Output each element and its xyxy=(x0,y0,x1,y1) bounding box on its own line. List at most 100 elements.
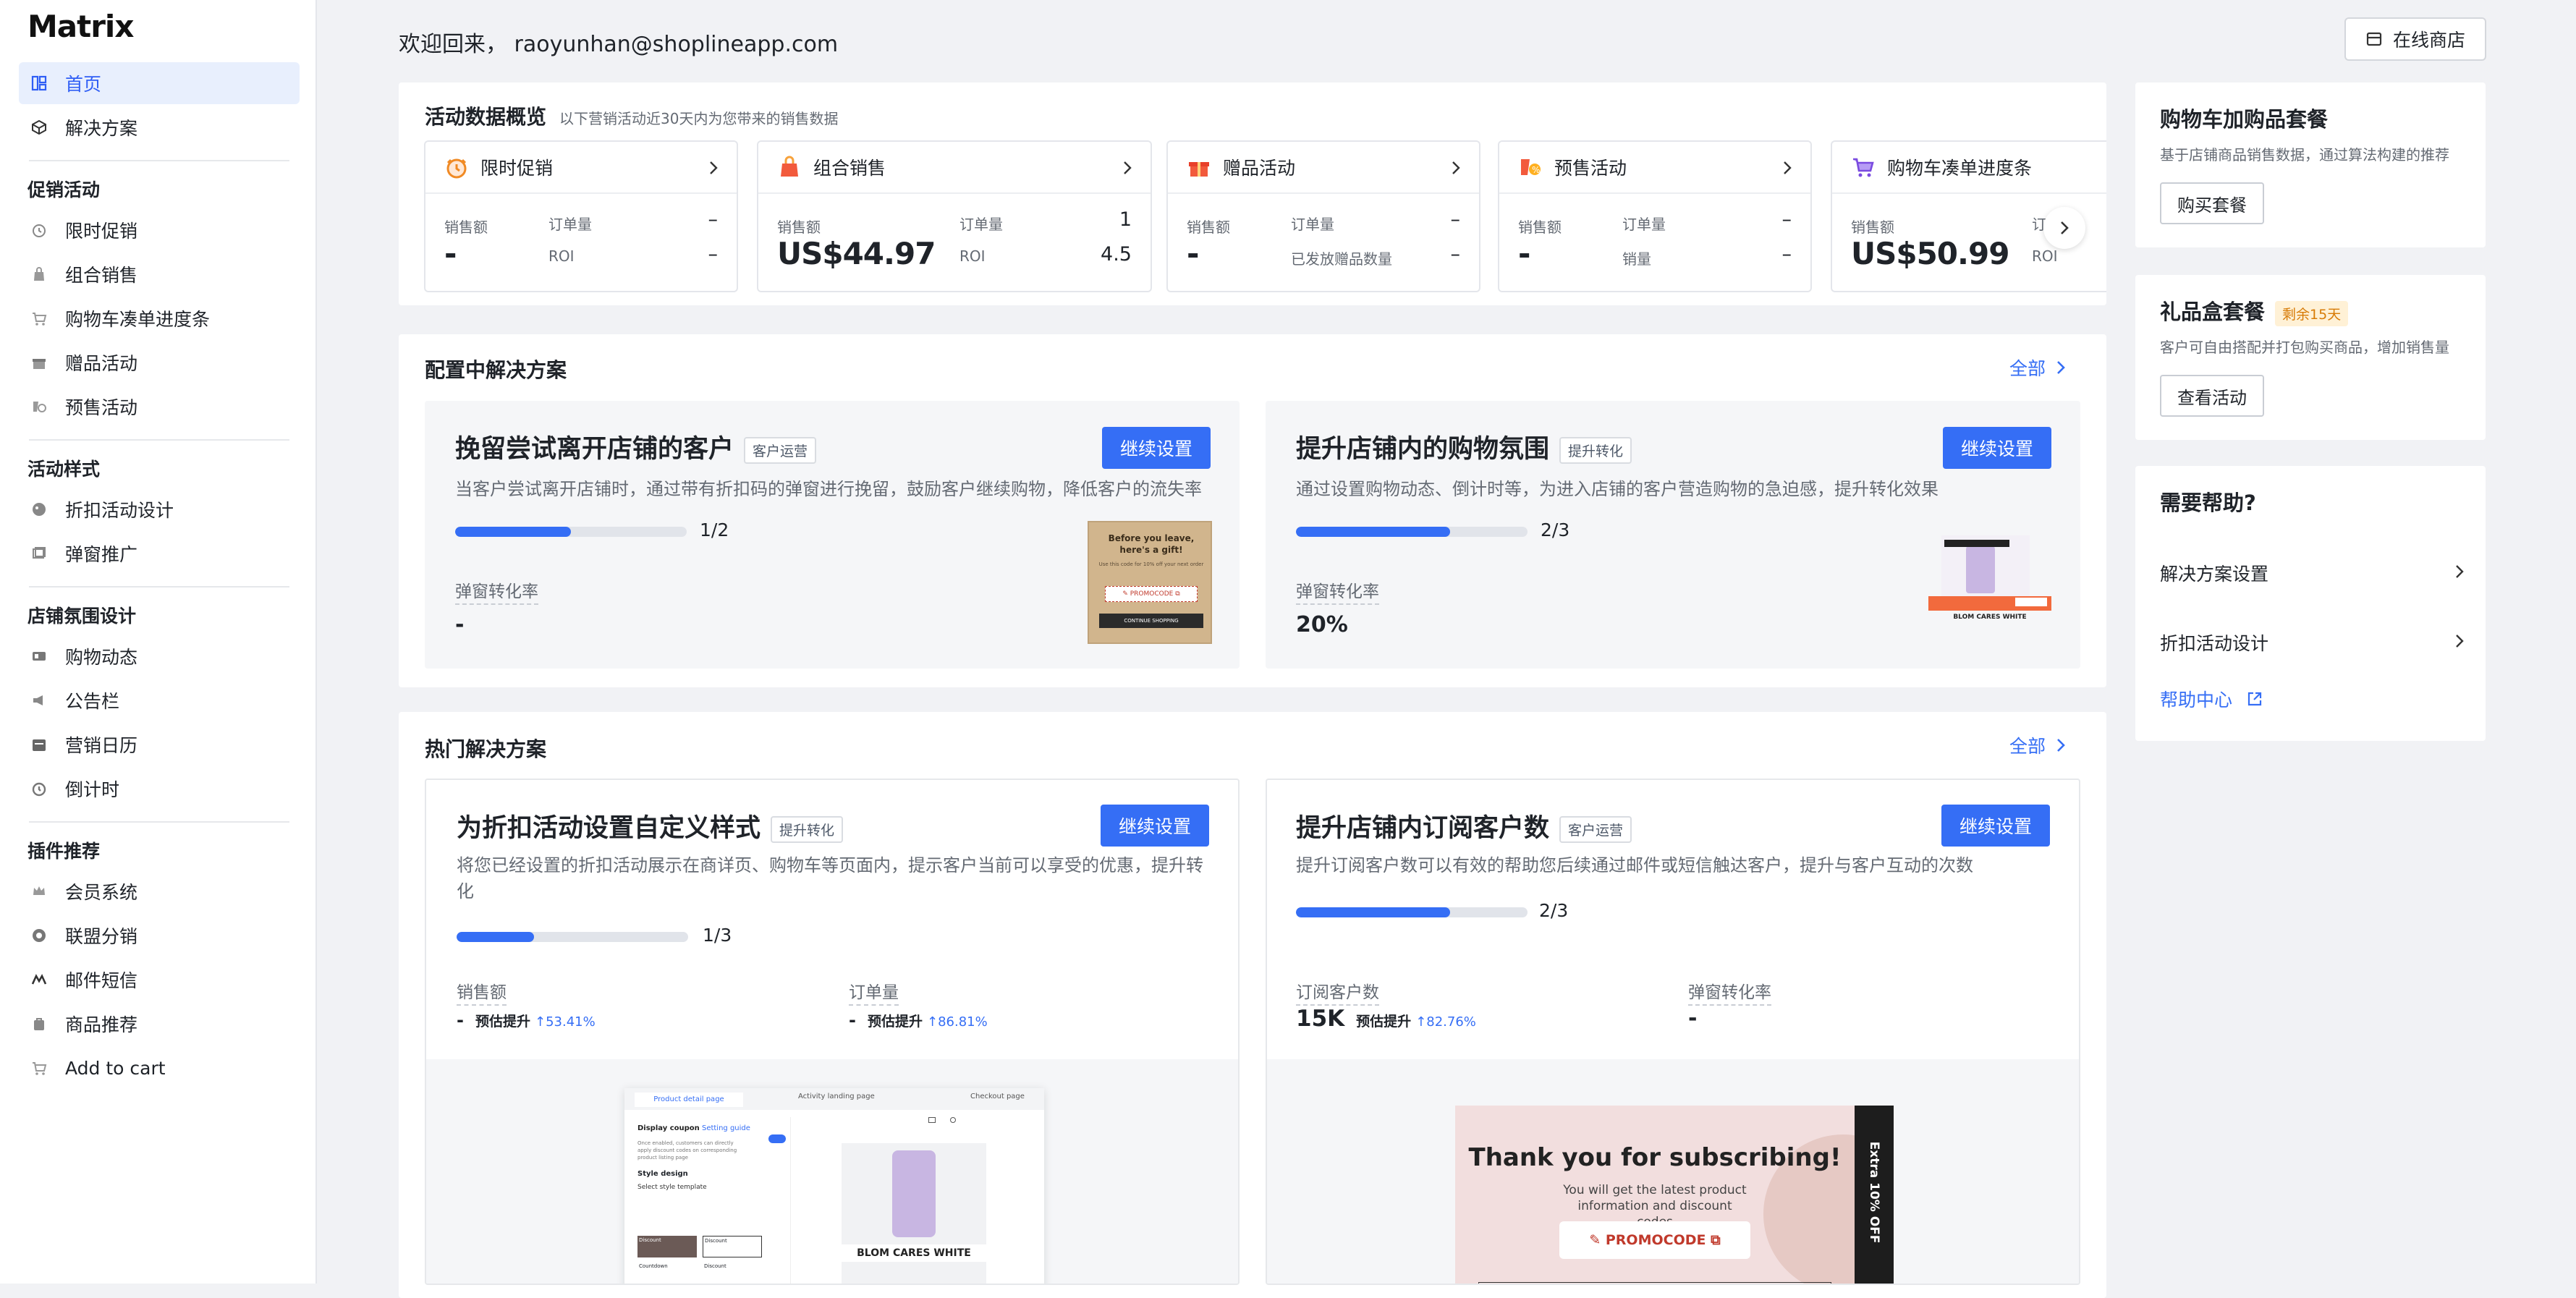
sidebar-item-gift[interactable]: 赠品活动 xyxy=(19,342,300,383)
progress-text: 2/3 xyxy=(1541,519,1570,540)
solution-card-subscribers[interactable]: 提升店铺内订阅客户数 客户运营 继续设置 提升订阅客户数可以有效的帮助您后续通过邮… xyxy=(1266,779,2080,1285)
affiliate-icon xyxy=(29,925,49,946)
online-store-label: 在线商店 xyxy=(2392,30,2465,51)
continue-setup-button[interactable]: 继续设置 xyxy=(1943,427,2051,469)
view-all-link[interactable]: 全部 xyxy=(2009,355,2066,381)
metric-value-sales: - 预估提升 ↑53.41% xyxy=(457,1010,596,1030)
roi-label: ROI xyxy=(548,247,575,265)
activity-tile-gift[interactable]: 赠品活动 销售额 - 订单量 – 已发放赠品数量 – xyxy=(1166,140,1480,292)
sidebar-item-home[interactable]: 首页 xyxy=(19,62,300,104)
online-store-button[interactable]: 在线商店 xyxy=(2344,17,2486,61)
cart-icon xyxy=(29,308,49,328)
progress-bar xyxy=(457,932,688,942)
bundle-promo-card: 购物车加购品套餐 基于店铺商品销售数据，通过算法构建的推荐 购买套餐 xyxy=(2135,82,2486,247)
sidebar-item-presale[interactable]: 预售活动 xyxy=(19,386,300,428)
help-item-discount-design[interactable]: 折扣活动设计 xyxy=(2160,629,2464,656)
carousel-next-button[interactable] xyxy=(2043,207,2085,249)
gifts-issued-value: – xyxy=(1450,243,1461,266)
sidebar-item-email-sms[interactable]: 邮件短信 xyxy=(19,959,300,1001)
solution-description: 当客户尝试离开店铺时，通过带有折扣码的弹窗进行挽留，鼓励客户继续购物，降低客户的… xyxy=(455,479,1202,499)
app-logo[interactable]: Matrix xyxy=(27,9,134,44)
help-center-link[interactable]: 帮助中心 xyxy=(2160,686,2263,712)
device-desktop-icon xyxy=(928,1117,936,1123)
sidebar-item-popup[interactable]: 弹窗推广 xyxy=(19,533,300,574)
sidebar-item-countdown[interactable]: 倒计时 xyxy=(19,768,300,810)
configuring-solutions-card: 配置中解决方案 全部 挽留尝试离开店铺的客户 客户运营 继续设置 当客户尝试离开店… xyxy=(399,334,2106,687)
sidebar-item-add-to-cart[interactable]: Add to cart xyxy=(19,1047,300,1089)
orders-label: 订单量 xyxy=(548,216,592,233)
crown-icon xyxy=(29,881,49,902)
solution-card-shopping-atmosphere[interactable]: 提升店铺内的购物氛围 提升转化 继续设置 通过设置购物动态、倒计时等，为进入店铺的… xyxy=(1266,401,2080,669)
chevron-right-icon xyxy=(1124,161,1132,174)
sidebar-item-product-recommend[interactable]: 商品推荐 xyxy=(19,1003,300,1045)
tile-name: 赠品活动 xyxy=(1223,158,1296,179)
days-left-badge: 剩余15天 xyxy=(2275,300,2349,326)
sales-value: US$50.99 xyxy=(1851,236,2009,271)
preview-brand: BLOM CARES WHITE xyxy=(842,1244,986,1262)
sidebar-item-marketing-calendar[interactable]: 营销日历 xyxy=(19,724,300,765)
sidebar-section-promo: 促销活动 xyxy=(27,179,101,200)
solution-card-retain-customers[interactable]: 挽留尝试离开店铺的客户 客户运营 继续设置 当客户尝试离开店铺时，通过带有折扣码的… xyxy=(425,401,1240,669)
orders-label: 订单量 xyxy=(1291,216,1334,233)
sidebar-item-label: 邮件短信 xyxy=(65,970,138,991)
chevron-right-icon xyxy=(2057,739,2065,752)
bundle-description: 基于店铺商品销售数据，通过算法构建的推荐 xyxy=(2160,146,2449,164)
sidebar-item-announcement[interactable]: 公告栏 xyxy=(19,679,300,721)
chevron-right-icon xyxy=(2456,635,2464,648)
progress-bar xyxy=(455,527,687,537)
solution-card-discount-style[interactable]: 为折扣活动设置自定义样式 提升转化 继续设置 将您已经设置的折扣活动展示在商详页、… xyxy=(425,779,1240,1285)
solution-description: 通过设置购物动态、倒计时等，为进入店铺的客户营造购物的急迫感，提升转化效果 xyxy=(1296,479,1939,499)
metric-value: 20% xyxy=(1296,612,1348,637)
giftbox-description: 客户可自由搭配并打包购买商品，增加销售量 xyxy=(2160,339,2449,356)
bundle-title: 购物车加购品套餐 xyxy=(2160,107,2329,132)
solution-description: 提升订阅客户数可以有效的帮助您后续通过邮件或短信触达客户，提升与客户互动的次数 xyxy=(1296,855,1973,875)
preview-code: ✎ PROMOCODE ⧉ xyxy=(1559,1221,1750,1259)
popup-icon xyxy=(29,543,49,564)
sidebar-item-cart-progress[interactable]: 购物车凑单进度条 xyxy=(19,297,300,339)
sidebar-item-discount-design[interactable]: 折扣活动设计 xyxy=(19,488,300,530)
giftbox-title: 礼品盒套餐 剩余15天 xyxy=(2160,295,2349,326)
preview-tab: Activity landing page xyxy=(798,1093,875,1100)
sidebar-item-solutions[interactable]: 解决方案 xyxy=(19,106,300,148)
units-value: – xyxy=(1781,243,1792,266)
external-link-icon xyxy=(2247,692,2262,706)
exit-popup-preview: Before you leave, here's a gift! Use thi… xyxy=(1088,521,1212,644)
metric-label: 弹窗转化率 xyxy=(455,577,538,605)
sidebar-item-affiliate[interactable]: 联盟分销 xyxy=(19,915,300,956)
sidebar-item-shopping-feed[interactable]: 购物动态 xyxy=(19,635,300,677)
sidebar-nav: 首页 解决方案 促销活动 限时促销 组合销售 购物车凑单进度条 赠品活动 预售活… xyxy=(19,62,300,1091)
cart-icon xyxy=(29,1058,49,1078)
view-all-link[interactable]: 全部 xyxy=(2009,732,2066,758)
view-activity-button[interactable]: 查看活动 xyxy=(2160,375,2264,417)
sidebar-item-label: 联盟分销 xyxy=(65,926,138,947)
orders-value: 1 xyxy=(1119,208,1132,231)
activity-tile-bundle-sale[interactable]: 组合销售 销售额 US$44.97 订单量 1 ROI 4.5 xyxy=(757,140,1152,292)
sidebar-item-bundle-sale[interactable]: 组合销售 xyxy=(19,253,300,295)
sidebar-item-flash-sale[interactable]: 限时促销 xyxy=(19,209,300,251)
progress-text: 1/3 xyxy=(703,925,732,946)
continue-setup-button[interactable]: 继续设置 xyxy=(1102,427,1211,469)
continue-setup-button[interactable]: 继续设置 xyxy=(1941,805,2050,847)
cube-icon xyxy=(29,117,49,137)
divider xyxy=(29,160,289,161)
sidebar-item-membership[interactable]: 会员系统 xyxy=(19,870,300,912)
configuring-title: 配置中解决方案 xyxy=(425,358,567,382)
welcome-text: 欢迎回来， raoyunhan@shoplineapp.com xyxy=(399,32,839,57)
feed-icon xyxy=(29,646,49,666)
bag-icon xyxy=(29,264,49,284)
buy-bundle-button[interactable]: 购买套餐 xyxy=(2160,182,2264,224)
activity-tile-flash-sale[interactable]: 限时促销 销售额 - 订单量 – ROI – xyxy=(424,140,738,292)
preview-line: Use this code for 10% off your next orde… xyxy=(1098,561,1204,567)
metric-label-sales: 销售额 xyxy=(457,978,507,1006)
help-item-solution-setup[interactable]: 解决方案设置 xyxy=(2160,560,2464,586)
sales-label: 销售额 xyxy=(1851,219,1894,236)
product-icon xyxy=(29,1014,49,1034)
activity-tile-presale[interactable]: % 预售活动 销售额 - 订单量 – 销量 – xyxy=(1498,140,1812,292)
svg-text:%: % xyxy=(1532,165,1540,175)
chevron-right-icon xyxy=(2456,565,2464,578)
solution-title: 为折扣活动设置自定义样式 提升转化 xyxy=(457,807,844,844)
sidebar-section-atmosphere: 店铺氛围设计 xyxy=(27,606,137,627)
tile-name: 预售活动 xyxy=(1554,158,1627,179)
sidebar-item-label: 折扣活动设计 xyxy=(65,500,174,521)
continue-setup-button[interactable]: 继续设置 xyxy=(1101,805,1209,847)
